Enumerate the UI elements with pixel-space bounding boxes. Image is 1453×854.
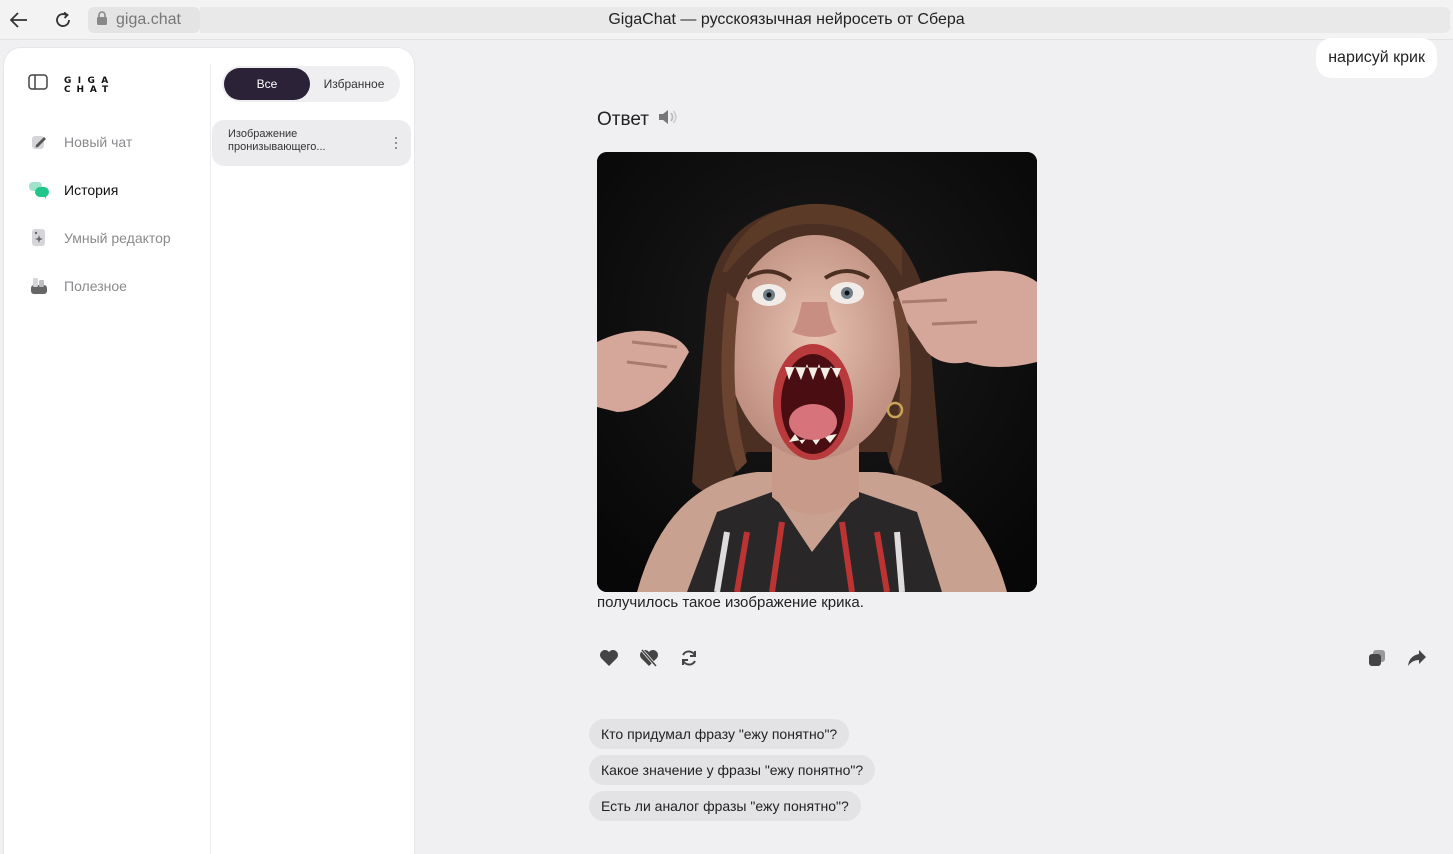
sidebar: GIGA CHAT Новый чат История Умный редакт…: [3, 47, 415, 854]
history-list-item[interactable]: Изображение пронизывающего...: [212, 120, 411, 166]
gigachat-logo[interactable]: GIGA CHAT: [64, 75, 110, 95]
copy-icon[interactable]: [1365, 646, 1389, 670]
like-heart-icon[interactable]: [597, 646, 621, 670]
lock-icon: [96, 10, 108, 30]
sidebar-item-label: Полезное: [64, 278, 127, 294]
suggestion-chip[interactable]: Кто придумал фразу "ежу понятно"?: [589, 719, 850, 749]
sidebar-nav: Новый чат История Умный редактор Полезно…: [28, 118, 171, 310]
history-item-title: Изображение пронизывающего...: [228, 128, 326, 153]
sidebar-item-history[interactable]: История: [28, 166, 171, 214]
sidebar-item-label: История: [64, 182, 119, 198]
url-text: giga.chat: [116, 11, 181, 28]
svg-text:CHAT: CHAT: [64, 85, 109, 93]
logo-row: GIGA CHAT: [28, 74, 110, 95]
generated-image-scream[interactable]: [597, 152, 1037, 592]
answer-caption: получилось такое изображение крика.: [597, 594, 864, 611]
address-url-pill[interactable]: giga.chat: [88, 7, 200, 33]
sidebar-item-label: Умный редактор: [64, 230, 171, 246]
address-bar[interactable]: [200, 7, 1450, 33]
browser-toolbar: giga.chat GigaChat — русскоязычная нейро…: [0, 0, 1453, 40]
sidebar-item-new-chat[interactable]: Новый чат: [28, 118, 171, 166]
reload-icon[interactable]: [49, 6, 77, 34]
sidebar-item-smart-editor[interactable]: Умный редактор: [28, 214, 171, 262]
suggestion-chip[interactable]: Какое значение у фразы "ежу понятно"?: [589, 755, 876, 785]
dislike-broken-heart-icon[interactable]: [637, 646, 661, 670]
share-arrow-icon[interactable]: [1405, 646, 1429, 670]
chat-bubbles-icon: [28, 179, 50, 201]
more-options-icon[interactable]: [391, 135, 401, 151]
pencil-icon: [28, 131, 50, 153]
sidebar-item-useful[interactable]: Полезное: [28, 262, 171, 310]
sidebar-item-label: Новый чат: [64, 134, 133, 150]
sidebar-toggle-icon[interactable]: [28, 74, 48, 95]
sparkle-document-icon: [28, 227, 50, 249]
answer-label: Ответ: [597, 109, 649, 130]
user-message-bubble: нарисуй крик: [1316, 38, 1437, 78]
back-arrow-icon[interactable]: [5, 6, 33, 34]
answer-header: Ответ: [597, 108, 679, 132]
sidebar-divider: [210, 64, 211, 854]
filter-all-button[interactable]: Все: [224, 68, 310, 100]
suggestion-chip[interactable]: Есть ли аналог фразы "ежу понятно"?: [589, 791, 861, 821]
filter-favorites-button[interactable]: Избранное: [310, 68, 398, 100]
history-filter-toggle: Все Избранное: [222, 66, 400, 102]
regenerate-icon[interactable]: [677, 646, 701, 670]
speaker-icon[interactable]: [657, 108, 679, 132]
toolbox-icon: [28, 275, 50, 297]
